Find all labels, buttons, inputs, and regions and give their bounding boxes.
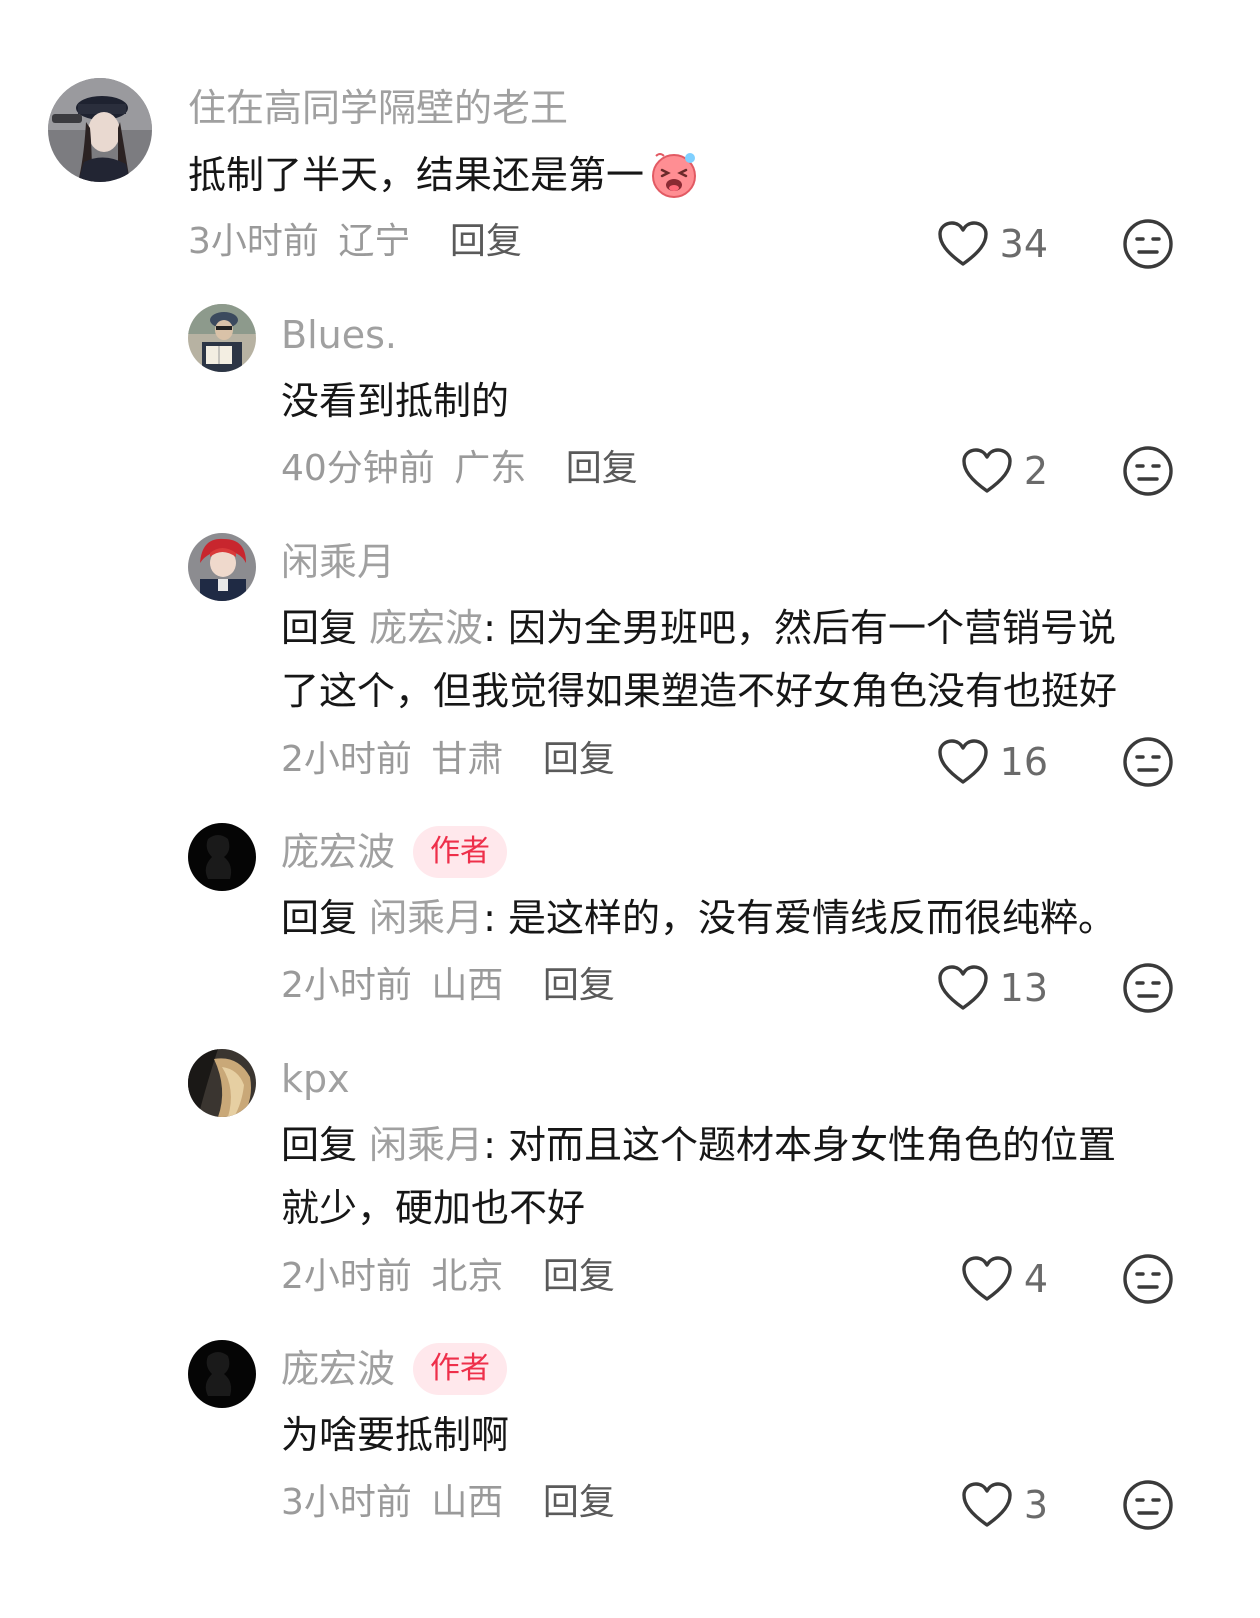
author-badge: 作者 bbox=[413, 1343, 508, 1395]
comment-body: 因为全男班吧，然后有一个营销号说 bbox=[508, 606, 1117, 650]
dislike-icon[interactable] bbox=[1122, 1253, 1174, 1305]
comment-time: 2小时前 bbox=[281, 739, 412, 780]
dislike-icon[interactable] bbox=[1122, 1479, 1174, 1531]
comment-text: 回复 庞宏波: 因为全男班吧，然后有一个营销号说 bbox=[281, 597, 1116, 659]
comment-author-name[interactable]: 庞宏波 bbox=[281, 1345, 395, 1393]
comment-body: 为啥要抵制啊 bbox=[281, 1413, 510, 1457]
comment-author-name[interactable]: Blues. bbox=[281, 311, 397, 359]
comment-location: 广东 bbox=[454, 448, 527, 489]
heart-icon bbox=[962, 1482, 1012, 1528]
comment-time: 2小时前 bbox=[281, 965, 412, 1006]
reply-prefix: 回复 bbox=[281, 1123, 358, 1167]
reply-button[interactable]: 回复 bbox=[543, 965, 615, 1006]
comment-time: 2小时前 bbox=[281, 1256, 412, 1297]
reply-colon: : bbox=[483, 1123, 509, 1167]
comment-author-row: 庞宏波 作者 bbox=[281, 1343, 508, 1395]
like-count: 34 bbox=[999, 222, 1048, 266]
dislike-icon[interactable] bbox=[1122, 218, 1174, 270]
comment-location: 山西 bbox=[431, 1482, 504, 1523]
like-button[interactable]: 4 bbox=[962, 1251, 1048, 1307]
reply-colon: : bbox=[483, 606, 509, 650]
comment-location: 山西 bbox=[431, 965, 504, 1006]
comment-location: 甘肃 bbox=[431, 739, 504, 780]
heart-icon bbox=[962, 1256, 1012, 1302]
comment-author-name[interactable]: 住在高同学隔壁的老王 bbox=[188, 84, 568, 132]
comment-location: 北京 bbox=[431, 1256, 504, 1297]
comment-body: 抵制了半天，结果还是第一 bbox=[188, 153, 645, 197]
reply-target-name[interactable]: 闲乘月 bbox=[369, 1123, 483, 1167]
like-button[interactable]: 13 bbox=[938, 960, 1048, 1016]
reply-button[interactable]: 回复 bbox=[566, 448, 638, 489]
reply-target-name[interactable]: 庞宏波 bbox=[369, 606, 483, 650]
like-button[interactable]: 16 bbox=[938, 734, 1048, 790]
dislike-icon[interactable] bbox=[1122, 736, 1174, 788]
heart-icon bbox=[938, 221, 988, 267]
avatar[interactable] bbox=[188, 1049, 256, 1117]
comment-text: 回复 闲乘月: 是这样的，没有爱情线反而很纯粹。 bbox=[281, 887, 1116, 949]
like-count: 4 bbox=[1023, 1257, 1048, 1301]
reply-colon: : bbox=[483, 896, 509, 940]
comment-meta: 3小时前 辽宁 回复 bbox=[188, 218, 522, 266]
comment-body: 是这样的，没有爱情线反而很纯粹。 bbox=[508, 896, 1117, 940]
reply-prefix: 回复 bbox=[281, 896, 358, 940]
reply-prefix: 回复 bbox=[281, 606, 358, 650]
like-count: 13 bbox=[999, 966, 1048, 1010]
heart-icon bbox=[938, 739, 988, 785]
avatar[interactable] bbox=[188, 304, 256, 372]
comment-author-name[interactable]: kpx bbox=[281, 1055, 350, 1103]
comment-text: 抵制了半天，结果还是第一 bbox=[188, 144, 700, 206]
comment-meta: 3小时前 山西 回复 bbox=[281, 1479, 615, 1527]
comment-time: 3小时前 bbox=[281, 1482, 412, 1523]
comment-author-name[interactable]: 闲乘月 bbox=[281, 538, 395, 586]
comment-body-line2: 就少，硬加也不好 bbox=[281, 1186, 586, 1230]
like-button[interactable]: 2 bbox=[962, 443, 1048, 499]
comment-meta: 2小时前 北京 回复 bbox=[281, 1253, 615, 1301]
avatar[interactable] bbox=[188, 823, 256, 891]
reply-button[interactable]: 回复 bbox=[543, 1482, 615, 1523]
reply-button[interactable]: 回复 bbox=[543, 1256, 615, 1297]
comment-meta: 2小时前 山西 回复 bbox=[281, 962, 615, 1010]
comment-time: 40分钟前 bbox=[281, 448, 435, 489]
comment-body: 对而且这个题材本身女性角色的位置 bbox=[508, 1123, 1117, 1167]
laughing-emoji-icon bbox=[648, 148, 700, 200]
comment-body-line2: 了这个，但我觉得如果塑造不好女角色没有也挺好 bbox=[281, 669, 1118, 713]
reply-target-name[interactable]: 闲乘月 bbox=[369, 896, 483, 940]
comment-body: 没看到抵制的 bbox=[281, 379, 510, 423]
comment-time: 3小时前 bbox=[188, 221, 319, 262]
like-button[interactable]: 34 bbox=[938, 216, 1048, 272]
reply-button[interactable]: 回复 bbox=[543, 739, 615, 780]
heart-icon bbox=[938, 965, 988, 1011]
avatar[interactable] bbox=[188, 533, 256, 601]
like-count: 2 bbox=[1023, 449, 1048, 493]
like-count: 16 bbox=[999, 740, 1048, 784]
comment-location: 辽宁 bbox=[338, 221, 411, 262]
comment-author-name[interactable]: 庞宏波 bbox=[281, 828, 395, 876]
comment-author-row: 庞宏波 作者 bbox=[281, 826, 508, 878]
dislike-icon[interactable] bbox=[1122, 445, 1174, 497]
comment-text: 回复 闲乘月: 对而且这个题材本身女性角色的位置 bbox=[281, 1114, 1116, 1176]
like-count: 3 bbox=[1023, 1483, 1048, 1527]
comment-meta: 40分钟前 广东 回复 bbox=[281, 445, 638, 493]
avatar[interactable] bbox=[48, 78, 152, 182]
reply-button[interactable]: 回复 bbox=[450, 221, 522, 262]
comment-meta: 2小时前 甘肃 回复 bbox=[281, 736, 615, 784]
avatar[interactable] bbox=[188, 1340, 256, 1408]
dislike-icon[interactable] bbox=[1122, 962, 1174, 1014]
heart-icon bbox=[962, 448, 1012, 494]
like-button[interactable]: 3 bbox=[962, 1477, 1048, 1533]
author-badge: 作者 bbox=[413, 826, 508, 878]
